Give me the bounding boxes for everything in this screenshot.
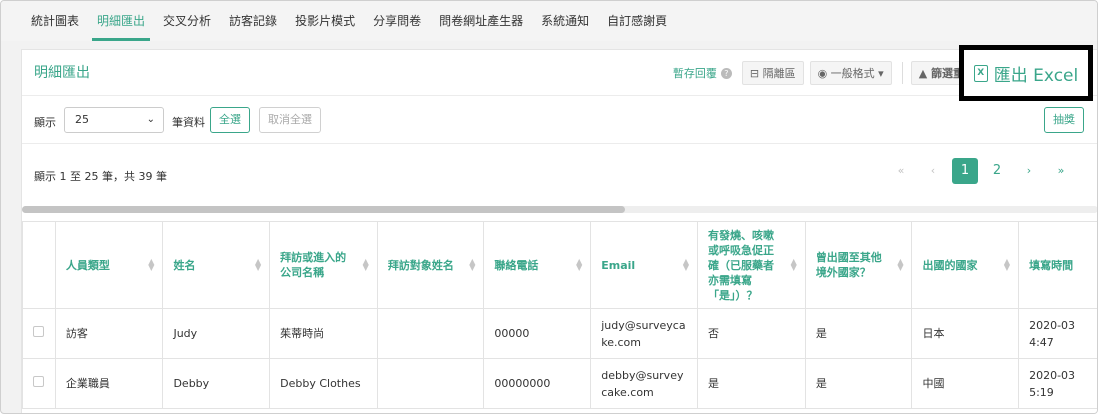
table-cell: 中國 [911,358,1020,409]
export-excel-button[interactable]: X 匯出 Excel [959,45,1093,101]
sort-arrows-icon[interactable]: ▲ ▼ [1004,258,1010,272]
format-dropdown[interactable]: ◉ 一般格式 ▾ [809,61,892,85]
table-cell: 是 [804,308,913,359]
table-cell: 2020-03 5:19 [1018,358,1097,409]
page-size-value: 25 [75,113,89,126]
column-header[interactable]: 曾出國至其他境外國家？ ▲ ▼ [804,221,913,309]
column-header-label: 姓名 [173,258,196,272]
question-circle-icon[interactable]: ? [720,67,732,79]
column-header-label: Email [601,258,636,272]
results-table: 人員類型 ▲ ▼ 姓名 ▲ ▼ 拜訪或進入的公司名稱 ▲ ▼ 拜訪對象姓名 ▲ ▼ 聯絡電話 ▲ ▼… [22,221,1097,409]
column-header-label: 拜訪對象姓名 [387,258,454,272]
separator-area-button[interactable]: ⊟ 隔離區 [741,61,804,85]
column-header[interactable]: 拜訪對象姓名 ▲ ▼ [376,221,485,309]
pagination: « ‹ 1 2 › » [882,158,1074,184]
row-checkbox-cell[interactable] [22,358,56,409]
column-header-label: 出國的國家 [922,258,978,272]
tab-charts[interactable]: 統計圖表 [22,1,88,41]
table-cell: 2020-03 4:47 [1018,308,1097,359]
temp-reply-link[interactable]: 暫存回覆 [673,65,717,81]
controls-row: 顯示 25 ⌄ 筆資料 全選 取消全選 抽獎 [22,96,1097,144]
tab-cross-analysis[interactable]: 交叉分析 [154,1,220,41]
column-header[interactable]: 有發燒、咳嗽或呼吸急促正確（已服藥者亦需填寫「是」）？ ▲ ▼ [696,221,806,309]
tab-detail-export[interactable]: 明細匯出 [88,1,154,41]
deselect-all-button[interactable]: 取消全選 [259,107,321,133]
table-cell: 00000000 [483,358,592,409]
table-cell: judy@surveycake.com [590,308,698,359]
table-cell: 是 [696,358,806,409]
tab-thank-you-page[interactable]: 自訂感謝頁 [598,1,676,41]
scrollbar-thumb[interactable] [22,206,625,213]
column-header[interactable]: 填寫時間 [1018,221,1097,309]
records-label: 筆資料 [172,116,205,129]
column-header-label: 人員類型 [65,258,110,272]
tab-share-survey[interactable]: 分享問卷 [364,1,430,41]
records-info: 顯示 1 至 25 筆，共 39 筆 [34,170,167,183]
table-row[interactable]: 訪客 Judy 茱蒂時尚 00000 judy@surveycake.com 否… [22,308,1097,359]
column-header-label: 填寫時間 [1029,258,1074,272]
table-row[interactable]: 企業職員 Debby Debby Clothes 00000000 debby@… [22,358,1097,409]
show-label: 顯示 [34,116,56,129]
divider [901,62,903,84]
column-header[interactable]: 拜訪或進入的公司名稱 ▲ ▼ [269,221,378,309]
sort-arrows-icon[interactable]: ▲ ▼ [469,258,475,272]
tab-visitor-log[interactable]: 訪客記錄 [220,1,286,41]
sort-arrows-icon[interactable]: ▲ ▼ [576,258,582,272]
sort-arrows-icon[interactable]: ▲ ▼ [255,258,261,272]
panel-header: 明細匯出 暫存回覆 ? ⊟ 隔離區 ◉ 一般格式 ▾ ▲ 篩選重 [22,50,1097,96]
table-cell: 訪客 [54,308,164,359]
table-cell: 是 [804,358,913,409]
table-cell: 否 [696,308,806,359]
next-page-button[interactable]: › [1016,158,1042,184]
excel-file-icon: X [973,64,988,82]
first-page-button[interactable]: « [888,158,914,184]
select-all-button[interactable]: 全選 [210,107,250,133]
sort-arrows-icon[interactable]: ▲ ▼ [148,258,154,272]
row-checkbox[interactable] [33,326,45,337]
column-header[interactable]: Email ▲ ▼ [590,221,698,309]
app-window: 統計圖表 明細匯出 交叉分析 訪客記錄 投影片模式 分享問卷 問卷網址產生器 系… [0,0,1098,414]
export-excel-label: 匯出 Excel [993,65,1079,86]
last-page-button[interactable]: » [1048,158,1074,184]
table-cell [376,308,485,359]
page-title: 明細匯出 [34,65,90,81]
column-header[interactable]: 出國的國家 ▲ ▼ [911,221,1020,309]
sort-arrows-icon[interactable]: ▲ ▼ [683,258,689,272]
page-size-select[interactable]: 25 ⌄ [64,107,164,133]
prev-page-button[interactable]: ‹ [920,158,946,184]
sort-arrows-icon[interactable]: ▲ ▼ [791,258,797,272]
table-cell: Debby [162,358,271,409]
select-column-header [22,221,56,309]
column-header-label: 曾出國至其他境外國家？ [815,251,882,279]
table-cell: debby@surveycake.com [590,358,698,409]
page-1-button[interactable]: 1 [952,158,978,184]
row-checkbox[interactable] [33,376,45,387]
table-cell [376,358,485,409]
tab-url-generator[interactable]: 問卷網址產生器 [430,1,532,41]
table-header-row: 人員類型 ▲ ▼ 姓名 ▲ ▼ 拜訪或進入的公司名稱 ▲ ▼ 拜訪對象姓名 ▲ ▼ 聯絡電話 ▲ ▼… [22,221,1097,309]
table-cell: 日本 [911,308,1020,359]
tab-slideshow[interactable]: 投影片模式 [286,1,364,41]
horizontal-scrollbar[interactable] [22,206,1097,213]
detail-export-panel: 明細匯出 暫存回覆 ? ⊟ 隔離區 ◉ 一般格式 ▾ ▲ 篩選重 顯示 25 ⌄… [21,49,1097,413]
column-header[interactable]: 姓名 ▲ ▼ [162,221,271,309]
page-2-button[interactable]: 2 [984,158,1010,184]
table-cell: 茱蒂時尚 [269,308,378,359]
tab-system-notice[interactable]: 系統通知 [532,1,598,41]
table-cell: 企業職員 [54,358,164,409]
column-header-label: 拜訪或進入的公司名稱 [280,251,347,279]
table-cell: 00000 [483,308,592,359]
chevron-down-icon: ⌄ [146,114,155,125]
table-cell: Judy [162,308,271,359]
table-cell: Debby Clothes [269,358,378,409]
tab-bar: 統計圖表 明細匯出 交叉分析 訪客記錄 投影片模式 分享問卷 問卷網址產生器 系… [1,1,1097,41]
column-header-label: 聯絡電話 [494,258,539,272]
column-header[interactable]: 聯絡電話 ▲ ▼ [483,221,592,309]
lottery-button[interactable]: 抽獎 [1044,107,1084,133]
column-header[interactable]: 人員類型 ▲ ▼ [54,221,164,309]
row-checkbox-cell[interactable] [22,308,56,359]
column-header-label: 有發燒、咳嗽或呼吸急促正確（已服藥者亦需填寫「是」）？ [707,228,774,302]
sort-arrows-icon[interactable]: ▲ ▼ [897,258,903,272]
sort-arrows-icon[interactable]: ▲ ▼ [363,258,369,272]
